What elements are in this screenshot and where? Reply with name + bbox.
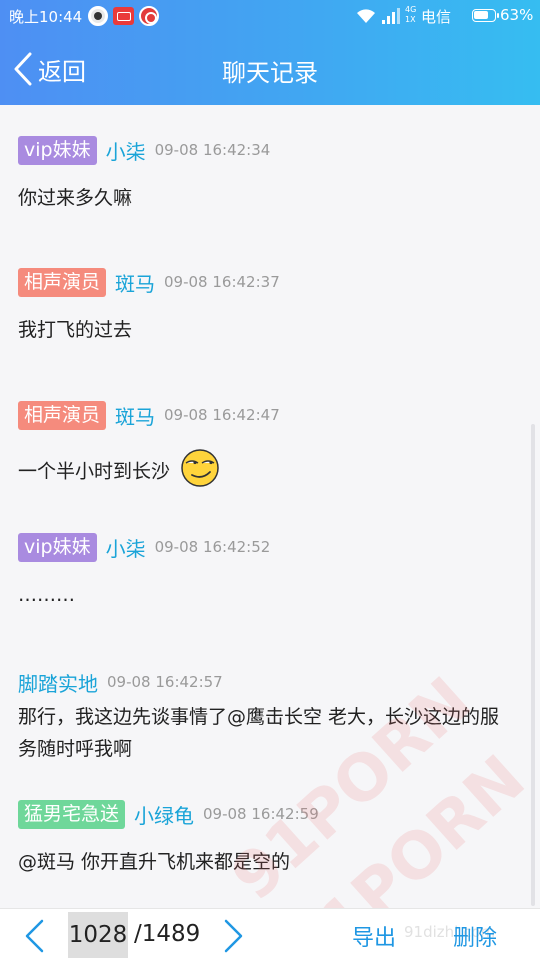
- wifi-icon: [357, 9, 375, 23]
- message-meta: 相声演员 斑马 09-08 16:42:37: [18, 267, 518, 297]
- network-type: 4G 1X: [405, 5, 417, 24]
- battery-percent: 63%: [500, 6, 534, 24]
- news-app-icon: [113, 7, 134, 25]
- message-text: @斑马 你开直升飞机来都是空的: [18, 851, 291, 873]
- delete-button[interactable]: 删除: [453, 920, 497, 952]
- message-meta: vip妹妹 小柒 09-08 16:42:34: [18, 135, 518, 165]
- message-time: 09-08 16:42:47: [164, 406, 280, 424]
- scrollbar[interactable]: [531, 424, 535, 906]
- status-bar: 晚上10:44 4G 1X 电信 63%: [0, 0, 540, 33]
- message-text: 那行，我这边先谈事情了@鹰击长空 老大，长沙这边的服务随时呼我啊: [18, 706, 500, 760]
- prev-page-button[interactable]: [22, 919, 46, 953]
- message-time: 09-08 16:42:57: [107, 673, 223, 691]
- message-time: 09-08 16:42:52: [154, 538, 271, 556]
- battery-icon: [472, 9, 499, 22]
- message-meta: 猛男宅急送 小绿龟 09-08 16:42:59: [18, 799, 518, 829]
- message-meta: 相声演员 斑马 09-08 16:42:47: [18, 400, 518, 430]
- message-text: 一个半小时到长沙: [18, 460, 171, 483]
- sender-name[interactable]: 小柒: [106, 533, 146, 562]
- user-title-badge: vip妹妹: [18, 135, 97, 165]
- export-button[interactable]: 导出: [352, 920, 396, 952]
- pager-toolbar: /1489 导出 91dizhi.com 删除: [0, 908, 540, 960]
- carrier-name: 电信: [421, 8, 452, 26]
- sender-name[interactable]: 斑马: [115, 401, 155, 430]
- netease-music-icon: [139, 6, 159, 26]
- user-title-badge: 相声演员: [18, 267, 107, 297]
- sender-name[interactable]: 小绿龟: [134, 800, 194, 829]
- sender-name[interactable]: 斑马: [115, 268, 155, 297]
- message-item: 脚踏实地 09-08 16:42:57 那行，我这边先谈事情了@鹰击长空 老大，…: [18, 667, 518, 765]
- sender-name[interactable]: 脚踏实地: [18, 668, 98, 697]
- music-app-icon: [88, 6, 108, 26]
- message-meta: 脚踏实地 09-08 16:42:57: [18, 667, 518, 697]
- message-item: 相声演员 斑马 09-08 16:42:37 我打飞的过去: [18, 267, 518, 346]
- nav-bar: 返回 聊天记录: [0, 33, 540, 105]
- message-body: 一个半小时到长沙: [18, 449, 518, 492]
- smirk-emoji-icon: [181, 449, 219, 487]
- user-title-badge: vip妹妹: [18, 532, 97, 562]
- message-item: 猛男宅急送 小绿龟 09-08 16:42:59 @斑马 你开直升飞机来都是空的: [18, 799, 518, 878]
- message-meta: vip妹妹 小柒 09-08 16:42:52: [18, 532, 518, 562]
- message-text: 你过来多久嘛: [18, 187, 133, 209]
- user-title-badge: 相声演员: [18, 400, 107, 430]
- status-time: 晚上10:44: [9, 8, 83, 26]
- page-title: 聊天记录: [222, 59, 318, 87]
- signal-icon: [382, 8, 400, 24]
- message-text: 我打飞的过去: [18, 319, 133, 341]
- chat-history-list[interactable]: vip妹妹 小柒 09-08 16:42:34 你过来多久嘛 相声演员 斑马 0…: [0, 105, 540, 908]
- message-text: ………: [18, 584, 75, 606]
- message-time: 09-08 16:42:34: [154, 141, 271, 159]
- page-total: /1489: [134, 921, 201, 947]
- next-page-button[interactable]: [222, 919, 246, 953]
- message-item: vip妹妹 小柒 09-08 16:42:34 你过来多久嘛: [18, 135, 518, 214]
- message-item: 相声演员 斑马 09-08 16:42:47 一个半小时到长沙: [18, 400, 518, 492]
- page-number-input[interactable]: [68, 912, 128, 958]
- message-time: 09-08 16:42:37: [164, 273, 280, 291]
- sender-name[interactable]: 小柒: [106, 136, 146, 165]
- message-item: vip妹妹 小柒 09-08 16:42:52 ………: [18, 532, 518, 611]
- header: 晚上10:44 4G 1X 电信 63% 返回 聊天记录: [0, 0, 540, 105]
- message-time: 09-08 16:42:59: [203, 805, 319, 823]
- user-title-badge: 猛男宅急送: [18, 799, 126, 829]
